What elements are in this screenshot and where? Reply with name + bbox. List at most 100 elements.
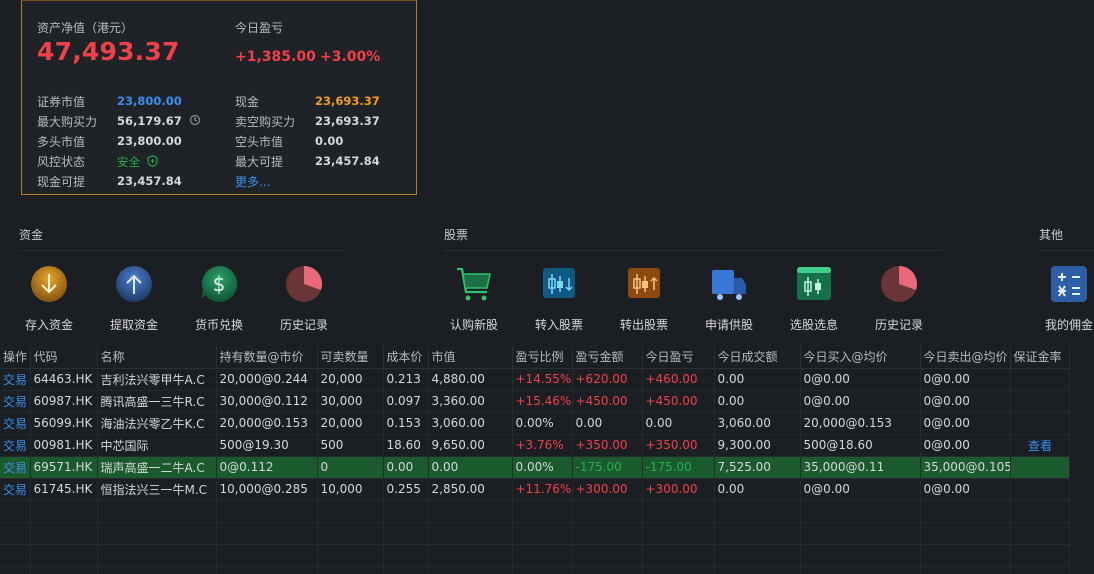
col-header-sellable[interactable]: 可卖数量 [317,346,384,369]
today-buy-cell: 0@0.00 [800,478,921,501]
col-header-pnl-amount[interactable]: 盈亏金额 [572,346,643,369]
margin-ratio-cell [1010,368,1070,391]
svg-text:$: $ [213,272,226,296]
trade-link[interactable]: 交易 [0,390,31,413]
trading-account-window: 资产净值（港元） 47,493.37 今日盈亏 +1,385.00 +3.00%… [0,0,1094,574]
stock-name: 海油法兴零乙牛K.C [97,412,217,435]
today-buy-cell: 500@18.60 [800,434,921,457]
trade-link[interactable]: 交易 [0,368,31,391]
stocks-section-divider [444,250,942,251]
empty-cell [512,566,573,574]
transfer-in-stock-label: 转入股票 [534,318,583,332]
refresh-icon[interactable] [189,114,201,126]
empty-row [0,500,1070,523]
withdraw-arrow-icon [116,266,152,302]
col-header-today-turnover[interactable]: 今日成交额 [714,346,801,369]
margin-ratio-cell[interactable]: 查看 [1010,434,1070,457]
trade-link[interactable]: 交易 [0,434,31,457]
col-header-margin-ratio[interactable]: 保证金率 [1010,346,1070,369]
stock-name: 瑞声高盛一二牛A.C [97,456,217,479]
withdraw-funds-button[interactable]: 提取资金 [94,264,174,344]
transfer-out-stock-button[interactable]: 转出股票 [604,264,684,344]
deposit-funds-button[interactable]: 存入资金 [9,264,89,344]
cost-cell: 18.60 [383,434,429,457]
today-buy-cell: 0@0.00 [800,368,921,391]
cost-cell: 0.255 [383,478,429,501]
empty-row [0,566,1070,574]
market-value-cell: 4,880.00 [428,368,513,391]
today-buy-cell: 35,000@0.11 [800,456,921,479]
col-header-name[interactable]: 名称 [97,346,217,369]
holding-cell: 20,000@0.153 [216,412,318,435]
candlestick-in-icon [543,268,575,298]
col-header-today-sell[interactable]: 今日卖出@均价 [920,346,1011,369]
col-header-market-value[interactable]: 市值 [428,346,513,369]
apply-rights-issue-button[interactable]: 申请供股 [689,264,769,344]
trade-link[interactable]: 交易 [0,456,31,479]
trade-link[interactable]: 交易 [0,412,31,435]
col-header-action[interactable]: 操作 [0,346,31,369]
pnl-amount-cell: +300.00 [572,478,643,501]
table-row[interactable]: 交易 64463.HK 吉利法兴零甲牛A.C 20,000@0.244 20,000 0.… [0,368,1070,391]
pnl-ratio-cell: 0.00% [512,456,573,479]
more-link[interactable]: 更多... [235,173,270,190]
col-header-pnl-ratio[interactable]: 盈亏比例 [512,346,573,369]
col-header-today-buy[interactable]: 今日买入@均价 [800,346,921,369]
table-row[interactable]: 交易 56099.HK 海油法兴零乙牛K.C 20,000@0.153 20,000 0.… [0,412,1070,435]
currency-exchange-button[interactable]: $ 货币兑换 [179,264,259,344]
empty-cell [30,566,98,574]
table-row[interactable]: 交易 00981.HK 中芯国际 500@19.30 500 18.60 9,650.00 +… [0,434,1070,457]
truck-icon [712,270,746,300]
today-sell-cell: 0@0.00 [920,434,1011,457]
col-header-code[interactable]: 代码 [30,346,98,369]
holding-cell: 10,000@0.285 [216,478,318,501]
col-header-cost[interactable]: 成本价 [383,346,429,369]
today-sell-cell: 35,000@0.105 [920,456,1011,479]
empty-cell [428,522,513,545]
empty-cell [512,522,573,545]
pnl-amount-cell: +450.00 [572,390,643,413]
today-pnl-cell: +460.00 [642,368,715,391]
empty-cell [30,544,98,567]
empty-cell [30,522,98,545]
transfer-out-stock-label: 转出股票 [619,318,668,332]
empty-cell [216,566,318,574]
table-row[interactable]: 交易 61745.HK 恒指法兴三一牛M.C 10,000@0.285 10,000 0.… [0,478,1070,501]
stocks-section-title: 股票 [444,228,469,242]
funds-history-button[interactable]: 历史记录 [264,264,344,344]
short-value: 0.00 [315,134,344,148]
sellable-cell: 30,000 [317,390,384,413]
subscribe-ipo-button[interactable]: 认购新股 [434,264,514,344]
empty-cell [97,500,217,523]
col-header-holding[interactable]: 持有数量@市价 [216,346,318,369]
stocks-history-button[interactable]: 历史记录 [859,264,939,344]
transfer-in-stock-button[interactable]: 转入股票 [519,264,599,344]
long-value: 23,800.00 [117,134,182,148]
today-sell-cell: 0@0.00 [920,412,1011,435]
cash-withdrawable-value: 23,457.84 [117,174,182,188]
other-section-divider [1039,250,1094,251]
candlestick-out-icon [628,268,660,298]
funds-section-title: 资金 [19,228,44,242]
empty-cell [800,500,921,523]
today-pnl-cell: +350.00 [642,434,715,457]
table-row[interactable]: 交易 60987.HK 腾讯高盛一三牛R.C 30,000@0.112 30,000 0.… [0,390,1070,413]
sellable-cell: 500 [317,434,384,457]
empty-cell [97,566,217,574]
my-commission-button[interactable]: 我的佣金 [1031,264,1094,344]
subscribe-ipo-label: 认购新股 [449,318,498,332]
empty-cell [572,522,643,545]
cash-value: 23,693.37 [315,94,380,108]
pnl-ratio-cell: +3.76% [512,434,573,457]
empty-cell [216,522,318,545]
withdraw-funds-label: 提取资金 [109,318,158,332]
other-section-title: 其他 [1039,228,1064,242]
margin-ratio-cell [1010,478,1070,501]
stock-screener-button[interactable]: 选股选息 [774,264,854,344]
shield-icon [147,155,158,167]
trade-link[interactable]: 交易 [0,478,31,501]
max-withdrawable-value: 23,457.84 [315,154,380,168]
table-row[interactable]: 交易 69571.HK 瑞声高盛一二牛A.C 0@0.112 0 0.00 0.00 0.00… [0,456,1070,479]
col-header-today-pnl[interactable]: 今日盈亏 [642,346,715,369]
market-value-cell: 2,850.00 [428,478,513,501]
